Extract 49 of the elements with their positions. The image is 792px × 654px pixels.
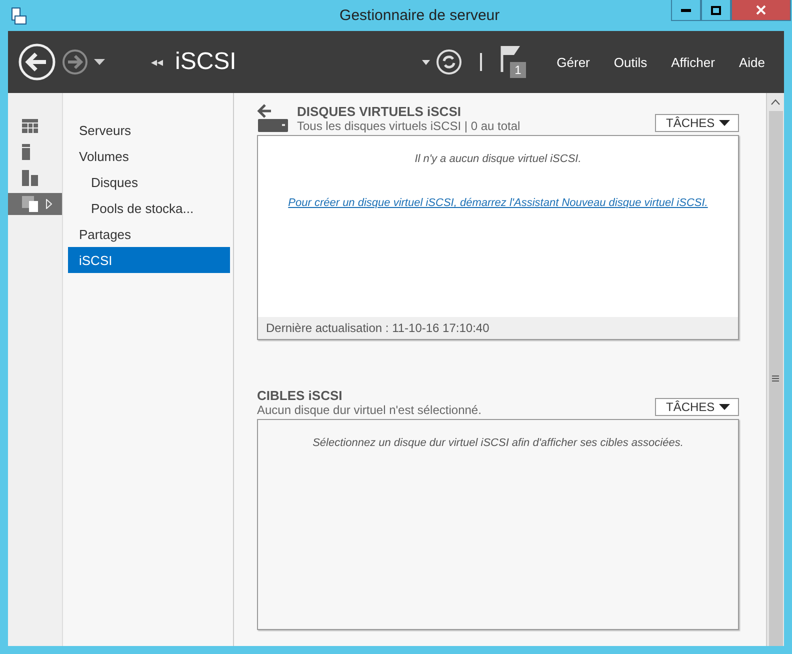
location-title: iSCSI <box>175 48 236 76</box>
notification-badge: 1 <box>510 62 526 78</box>
menu-item[interactable]: Afficher <box>662 54 724 70</box>
menu-item[interactable]: Aide <box>730 54 774 70</box>
scroll-up-icon[interactable] <box>771 99 780 105</box>
rail-button[interactable] <box>8 193 62 215</box>
app-icon <box>10 6 28 24</box>
nav-item[interactable]: Partages <box>68 221 230 247</box>
forward-icon[interactable] <box>62 49 88 75</box>
nav-item[interactable]: Pools de stocka... <box>68 195 230 221</box>
back-icon[interactable] <box>18 43 56 81</box>
caret-icon <box>719 120 730 126</box>
scrollbar[interactable] <box>766 93 784 646</box>
menu-item[interactable]: Outils <box>604 54 656 70</box>
maximize-button[interactable] <box>701 0 731 21</box>
nav-item[interactable]: Serveurs <box>68 117 230 143</box>
section-title: DISQUES VIRTUELS iSCSI <box>297 104 462 119</box>
dropdown-icon[interactable] <box>94 59 105 65</box>
caret-icon <box>719 404 730 410</box>
maximize-icon <box>711 6 721 14</box>
refresh-icon[interactable] <box>436 49 462 75</box>
dropdown-icon[interactable] <box>422 60 430 64</box>
tasks-button[interactable]: TÂCHES <box>655 398 739 416</box>
minimize-button[interactable] <box>671 0 701 21</box>
close-icon <box>756 5 766 15</box>
section-subtitle: Tous les disques virtuels iSCSI | 0 au total <box>297 119 522 133</box>
minimize-icon <box>681 8 691 12</box>
nav-item[interactable]: Volumes <box>68 143 230 169</box>
tasks-button[interactable]: TÂCHES <box>655 114 739 132</box>
server-icon <box>22 144 30 160</box>
nav-item[interactable]: Disques <box>68 169 230 195</box>
expand-icon <box>46 199 52 209</box>
nav-item[interactable]: iSCSI <box>68 247 230 273</box>
close-button[interactable] <box>731 0 791 21</box>
flag-icon[interactable] <box>500 44 522 72</box>
section-title: CIBLES iSCSI <box>257 388 344 403</box>
grip-icon <box>772 375 779 382</box>
empty-message: Il n'y a aucun disque virtuel iSCSI. <box>414 153 582 165</box>
menu-item[interactable]: Gérer <box>548 54 599 70</box>
grid-icon <box>22 119 38 133</box>
window-title: Gestionnaire de serveur <box>340 7 500 24</box>
servers-icon <box>22 170 38 186</box>
section-subtitle: Aucun disque dur virtuel n'est sélectionné. <box>257 403 482 417</box>
breadcrumb-arrows[interactable]: ◂◂ <box>151 55 163 69</box>
files-icon <box>22 196 38 212</box>
empty-message: Sélectionnez un disque dur virtuel iSCSI afin d'afficher ses cibles associées. <box>312 437 684 449</box>
create-link[interactable]: Pour créer un disque virtuel iSCSI, démarrez l'Assistant Nouveau disque virtuel iSCSI. <box>288 197 708 209</box>
disk-icon <box>257 103 289 133</box>
last-refresh-text: Dernière actualisation : 11-10-16 17:10:40 <box>258 317 738 339</box>
